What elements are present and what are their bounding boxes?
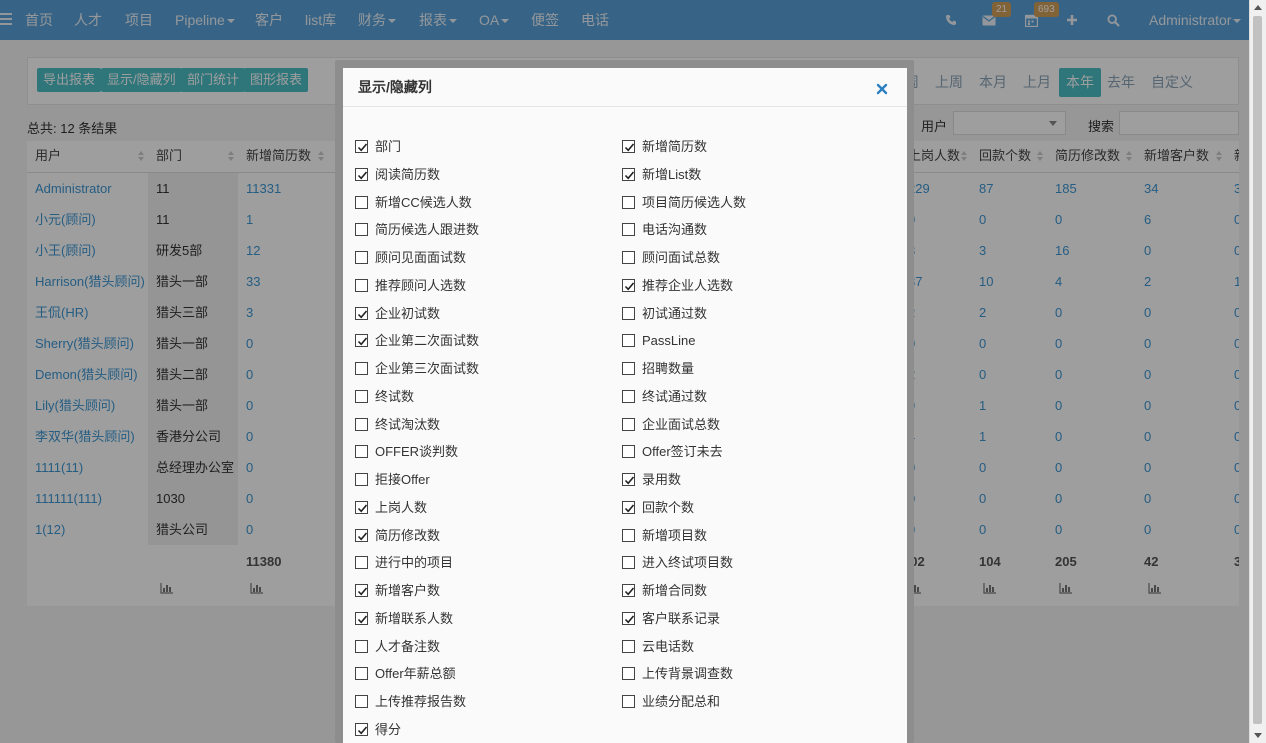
checkbox-unchecked[interactable] bbox=[355, 223, 368, 237]
column-option-label: 人才备注数 bbox=[375, 638, 441, 654]
checkbox-checked[interactable] bbox=[622, 500, 635, 514]
column-option-label: 新增合同数 bbox=[642, 583, 708, 598]
column-option-label: 简历修改数 bbox=[375, 527, 441, 543]
column-option-label: Offer年薪总额 bbox=[375, 666, 456, 682]
checkbox-unchecked[interactable] bbox=[622, 251, 635, 264]
checkbox-unchecked[interactable] bbox=[622, 389, 635, 403]
column-option-label: 项目简历候选人数 bbox=[642, 194, 747, 210]
checkbox-checked[interactable] bbox=[622, 584, 635, 597]
column-option-label: 客户联系记录 bbox=[642, 610, 721, 626]
column-option-label: 电话沟通数 bbox=[642, 222, 708, 238]
checkbox-unchecked[interactable] bbox=[622, 695, 635, 708]
checkbox-unchecked[interactable] bbox=[622, 445, 635, 459]
column-option-label: 顾问见面面试数 bbox=[375, 250, 467, 265]
checkbox-unchecked[interactable] bbox=[355, 389, 368, 403]
checkbox-unchecked[interactable] bbox=[622, 417, 635, 431]
checkbox-checked[interactable] bbox=[355, 334, 368, 348]
checkbox-unchecked[interactable] bbox=[622, 195, 635, 209]
column-option-label: 录用数 bbox=[642, 472, 682, 487]
column-option-label: 阅读简历数 bbox=[375, 166, 441, 182]
checkbox-unchecked[interactable] bbox=[622, 334, 635, 348]
modal-divider bbox=[343, 106, 907, 107]
checkbox-unchecked[interactable] bbox=[622, 223, 635, 237]
checkbox-unchecked[interactable] bbox=[622, 306, 635, 320]
column-option-label: 企业第二次面试数 bbox=[375, 333, 480, 349]
column-option-label: 新增项目数 bbox=[642, 527, 708, 543]
column-option-label: 上传推荐报告数 bbox=[375, 694, 467, 709]
column-option-label: 部门 bbox=[375, 139, 402, 154]
checkbox-checked[interactable] bbox=[355, 528, 368, 542]
column-option-label: 得分 bbox=[375, 721, 402, 737]
checkbox-unchecked[interactable] bbox=[355, 639, 368, 653]
checkbox-unchecked[interactable] bbox=[355, 667, 368, 681]
checkbox-checked[interactable] bbox=[622, 278, 635, 292]
checkbox-unchecked[interactable] bbox=[355, 278, 368, 292]
column-option-label: 回款个数 bbox=[642, 499, 695, 515]
checkbox-checked[interactable] bbox=[355, 306, 368, 320]
column-option-label: OFFER谈判数 bbox=[375, 444, 459, 460]
checkbox-unchecked[interactable] bbox=[622, 667, 635, 681]
checkbox-checked[interactable] bbox=[355, 500, 368, 514]
column-option-label: 推荐企业人选数 bbox=[642, 277, 734, 293]
checkbox-checked[interactable] bbox=[355, 584, 368, 597]
checkbox-checked[interactable] bbox=[355, 167, 368, 181]
column-option-label: 拒接Offer bbox=[375, 472, 430, 487]
column-option-label: 推荐顾问人选数 bbox=[375, 277, 467, 293]
checkbox-checked[interactable] bbox=[622, 140, 635, 153]
column-option-label: 新增List数 bbox=[642, 166, 702, 182]
column-option-label: 终试数 bbox=[375, 388, 415, 404]
column-option-label: 新增联系人数 bbox=[375, 610, 454, 626]
column-option-label: 业绩分配总和 bbox=[642, 694, 721, 709]
column-option-label: 初试通过数 bbox=[642, 305, 708, 321]
close-icon[interactable] bbox=[876, 83, 888, 95]
checkbox-unchecked[interactable] bbox=[622, 528, 635, 542]
checkbox-unchecked[interactable] bbox=[355, 251, 368, 264]
page-scrollbar[interactable] bbox=[1249, 0, 1266, 743]
checkbox-unchecked[interactable] bbox=[355, 445, 368, 459]
checkbox-unchecked[interactable] bbox=[622, 639, 635, 653]
column-option-label: 招聘数量 bbox=[642, 361, 695, 376]
checkbox-unchecked[interactable] bbox=[355, 473, 368, 486]
checkbox-unchecked[interactable] bbox=[355, 195, 368, 209]
checkbox-unchecked[interactable] bbox=[355, 417, 368, 431]
column-option-label: Offer签订未去 bbox=[642, 444, 723, 460]
checkbox-checked[interactable] bbox=[622, 611, 635, 625]
checkbox-unchecked[interactable] bbox=[622, 556, 635, 570]
column-option-label: 企业第三次面试数 bbox=[375, 361, 480, 376]
column-option-label: 顾问面试总数 bbox=[642, 250, 721, 265]
column-option-label: 简历候选人跟进数 bbox=[375, 222, 480, 238]
column-option-label: 云电话数 bbox=[642, 638, 695, 654]
column-option-label: 上传背景调查数 bbox=[642, 666, 734, 682]
column-option-label: 企业初试数 bbox=[375, 305, 441, 321]
checkbox-unchecked[interactable] bbox=[355, 695, 368, 708]
column-toggle-modal: 显示/隐藏列 部门阅读简历数新增CC候选人数 简历候选人跟进数 顾问见面面试数 推荐顾… bbox=[343, 68, 907, 743]
column-option-label: 上岗人数 bbox=[375, 499, 428, 515]
checkbox-checked[interactable] bbox=[355, 722, 368, 736]
modal-title: 显示/隐藏列 bbox=[358, 79, 432, 95]
column-option-label: PassLine bbox=[642, 333, 696, 349]
checkbox-unchecked[interactable] bbox=[355, 362, 368, 375]
column-option-label: 进入终试项目数 bbox=[642, 555, 734, 571]
checkbox-checked[interactable] bbox=[622, 167, 635, 181]
column-option-label: 进行中的项目 bbox=[375, 555, 454, 571]
column-option-label: 新增客户数 bbox=[375, 583, 441, 598]
checkbox-unchecked[interactable] bbox=[622, 362, 635, 375]
column-option-label: 终试淘汰数 bbox=[375, 416, 441, 432]
checkbox-unchecked[interactable] bbox=[355, 556, 368, 570]
checkbox-checked[interactable] bbox=[355, 611, 368, 625]
column-option-label: 企业面试总数 bbox=[642, 416, 721, 432]
column-option-label: 新增CC候选人数 bbox=[375, 194, 472, 210]
column-option-label: 新增简历数 bbox=[642, 139, 708, 154]
checkbox-checked[interactable] bbox=[355, 140, 368, 153]
column-option-label: 终试通过数 bbox=[642, 388, 708, 404]
checkbox-checked[interactable] bbox=[622, 473, 635, 486]
